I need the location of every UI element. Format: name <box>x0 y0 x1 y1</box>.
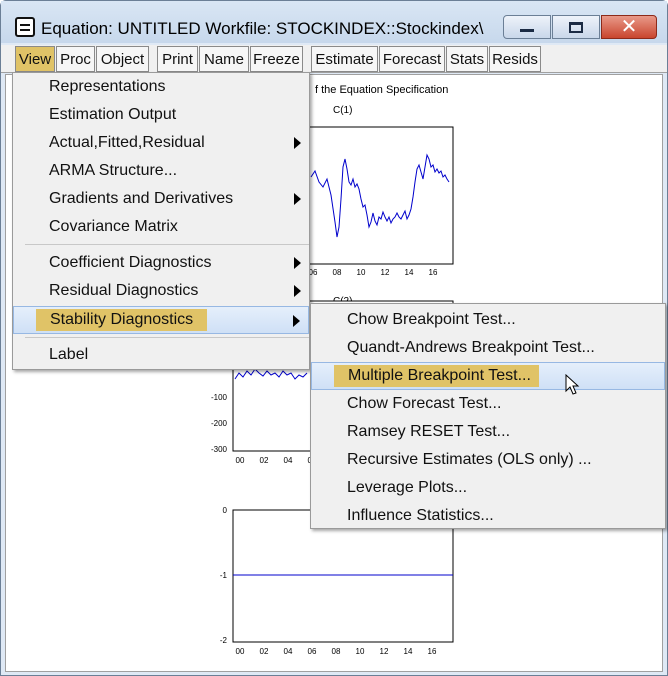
menu-item-representations[interactable]: Representations <box>13 73 309 101</box>
panel-3-x-tick: 02 <box>260 647 269 656</box>
toolbar-proc-button[interactable]: Proc <box>56 46 95 72</box>
panel-3-x-tick: 16 <box>428 647 437 656</box>
panel-1-frame <box>300 126 454 265</box>
menu-item-arma-structure[interactable]: ARMA Structure... <box>13 157 309 185</box>
menu-separator <box>25 244 309 245</box>
submenu-item-chow-breakpoint[interactable]: Chow Breakpoint Test... <box>311 306 665 334</box>
panel-3-x-tick: 00 <box>236 647 245 656</box>
panel-2-y-ticks: -100 -200 -300 <box>211 393 228 454</box>
menu-item-label: Stability Diagnostics <box>36 309 208 331</box>
panel-3-y-tick: -1 <box>220 571 228 580</box>
panel-1-x-tick: 14 <box>405 268 414 277</box>
submenu-item-leverage-plots[interactable]: Leverage Plots... <box>311 474 665 502</box>
submenu-arrow-icon <box>294 193 301 205</box>
panel-3-y-tick: -2 <box>220 636 228 645</box>
submenu-item-label: Leverage Plots... <box>347 479 468 496</box>
panel-3-x-tick: 08 <box>332 647 341 656</box>
panel-2-x-tick: 02 <box>260 456 269 465</box>
close-button[interactable]: ✕ <box>601 15 657 39</box>
system-menu-icon[interactable] <box>15 17 35 37</box>
menu-item-label: Label <box>49 346 89 363</box>
panel-3-graph: 0 -1 -2 00 02 04 06 08 10 12 14 16 <box>220 506 454 656</box>
toolbar-forecast-button[interactable]: Forecast <box>379 46 445 72</box>
submenu-arrow-icon <box>294 257 301 269</box>
window-title: Equation: UNTITLED Workfile: STOCKINDEX:… <box>41 19 484 38</box>
panel-1-title: C(1) <box>333 105 353 116</box>
submenu-item-label: Influence Statistics... <box>347 507 494 524</box>
panel-3-x-tick: 06 <box>308 647 317 656</box>
submenu-item-label: Ramsey RESET Test... <box>347 423 511 440</box>
toolbar-stats-button[interactable]: Stats <box>446 46 488 72</box>
panel-1-x-tick: 08 <box>333 268 342 277</box>
submenu-item-label: Chow Breakpoint Test... <box>347 311 516 328</box>
submenu-item-label: Chow Forecast Test... <box>347 395 502 412</box>
menu-item-estimation-output[interactable]: Estimation Output <box>13 101 309 129</box>
menu-item-label: Representations <box>49 78 166 95</box>
stability-diagnostics-submenu: Chow Breakpoint Test... Quandt-Andrews B… <box>310 303 666 529</box>
menu-item-residual-diagnostics[interactable]: Residual Diagnostics <box>13 277 309 305</box>
panel-3-x-ticks: 00 02 04 06 08 10 12 14 16 <box>236 647 437 656</box>
title-bar[interactable]: Equation: UNTITLED Workfile: STOCKINDEX:… <box>1 1 667 43</box>
equation-toolbar: View Proc Object Print Name Freeze Estim… <box>1 45 667 73</box>
submenu-item-label: Recursive Estimates (OLS only) ... <box>347 451 592 468</box>
panel-3-x-tick: 04 <box>284 647 293 656</box>
menu-item-gradients-derivatives[interactable]: Gradients and Derivatives <box>13 185 309 213</box>
panel-2-x-tick: 04 <box>284 456 293 465</box>
submenu-item-chow-forecast[interactable]: Chow Forecast Test... <box>311 390 665 418</box>
menu-item-label: Residual Diagnostics <box>49 282 199 299</box>
mouse-pointer-icon <box>565 374 580 395</box>
menu-item-label: Covariance Matrix <box>49 218 178 235</box>
panel-2-y-tick: -300 <box>211 445 228 454</box>
submenu-item-recursive-estimates[interactable]: Recursive Estimates (OLS only) ... <box>311 446 665 474</box>
menu-item-covariance-matrix[interactable]: Covariance Matrix <box>13 213 309 241</box>
menu-item-label: Gradients and Derivatives <box>49 190 234 207</box>
menu-item-label: Estimation Output <box>49 106 177 123</box>
panel-1-x-ticks: 06 08 10 12 14 16 <box>309 268 438 277</box>
minimize-icon <box>520 28 534 32</box>
menu-item-stability-diagnostics[interactable]: Stability Diagnostics <box>13 306 309 334</box>
maximize-icon <box>569 21 583 33</box>
panel-1-x-tick: 16 <box>429 268 438 277</box>
submenu-arrow-icon <box>294 137 301 149</box>
menu-separator <box>25 337 309 338</box>
maximize-button[interactable] <box>552 15 600 39</box>
panel-3-y-tick: 0 <box>223 506 228 515</box>
panel-1-x-tick: 10 <box>357 268 366 277</box>
panel-2-y-tick: -100 <box>211 393 228 402</box>
panel-3-x-tick: 10 <box>356 647 365 656</box>
graph-heading: f the Equation Specification <box>315 84 449 96</box>
panel-3-y-ticks: 0 -1 -2 <box>220 506 228 645</box>
submenu-item-multiple-breakpoint[interactable]: Multiple Breakpoint Test... <box>311 362 665 390</box>
submenu-item-label: Quandt-Andrews Breakpoint Test... <box>347 339 595 356</box>
close-icon: ✕ <box>620 16 638 38</box>
panel-1-graph: 06 08 10 12 14 16 <box>300 126 454 277</box>
toolbar-name-button[interactable]: Name <box>199 46 249 72</box>
toolbar-object-button[interactable]: Object <box>96 46 149 72</box>
submenu-item-influence-statistics[interactable]: Influence Statistics... <box>311 502 665 530</box>
toolbar-print-button[interactable]: Print <box>157 46 198 72</box>
toolbar-resids-button[interactable]: Resids <box>489 46 541 72</box>
submenu-item-label: Multiple Breakpoint Test... <box>334 365 539 387</box>
toolbar-estimate-button[interactable]: Estimate <box>311 46 378 72</box>
panel-1-x-tick: 12 <box>381 268 390 277</box>
panel-2-x-tick: 00 <box>236 456 245 465</box>
menu-item-coefficient-diagnostics[interactable]: Coefficient Diagnostics <box>13 249 309 277</box>
menu-item-label: ARMA Structure... <box>49 162 178 179</box>
menu-item-label: Coefficient Diagnostics <box>49 254 212 271</box>
panel-3-x-tick: 12 <box>380 647 389 656</box>
menu-item-label-view[interactable]: Label <box>13 341 309 369</box>
submenu-arrow-icon <box>293 315 300 327</box>
submenu-arrow-icon <box>294 285 301 297</box>
toolbar-freeze-button[interactable]: Freeze <box>250 46 303 72</box>
submenu-item-quandt-andrews[interactable]: Quandt-Andrews Breakpoint Test... <box>311 334 665 362</box>
menu-item-actual-fitted-residual[interactable]: Actual,Fitted,Residual <box>13 129 309 157</box>
minimize-button[interactable] <box>503 15 551 39</box>
submenu-item-ramsey-reset[interactable]: Ramsey RESET Test... <box>311 418 665 446</box>
panel-2-y-tick: -200 <box>211 419 228 428</box>
panel-3-x-tick: 14 <box>404 647 413 656</box>
equation-window: Equation: UNTITLED Workfile: STOCKINDEX:… <box>0 0 668 676</box>
view-menu: Representations Estimation Output Actual… <box>12 72 310 370</box>
menu-item-label: Actual,Fitted,Residual <box>49 134 205 151</box>
toolbar-view-button[interactable]: View <box>15 46 55 72</box>
